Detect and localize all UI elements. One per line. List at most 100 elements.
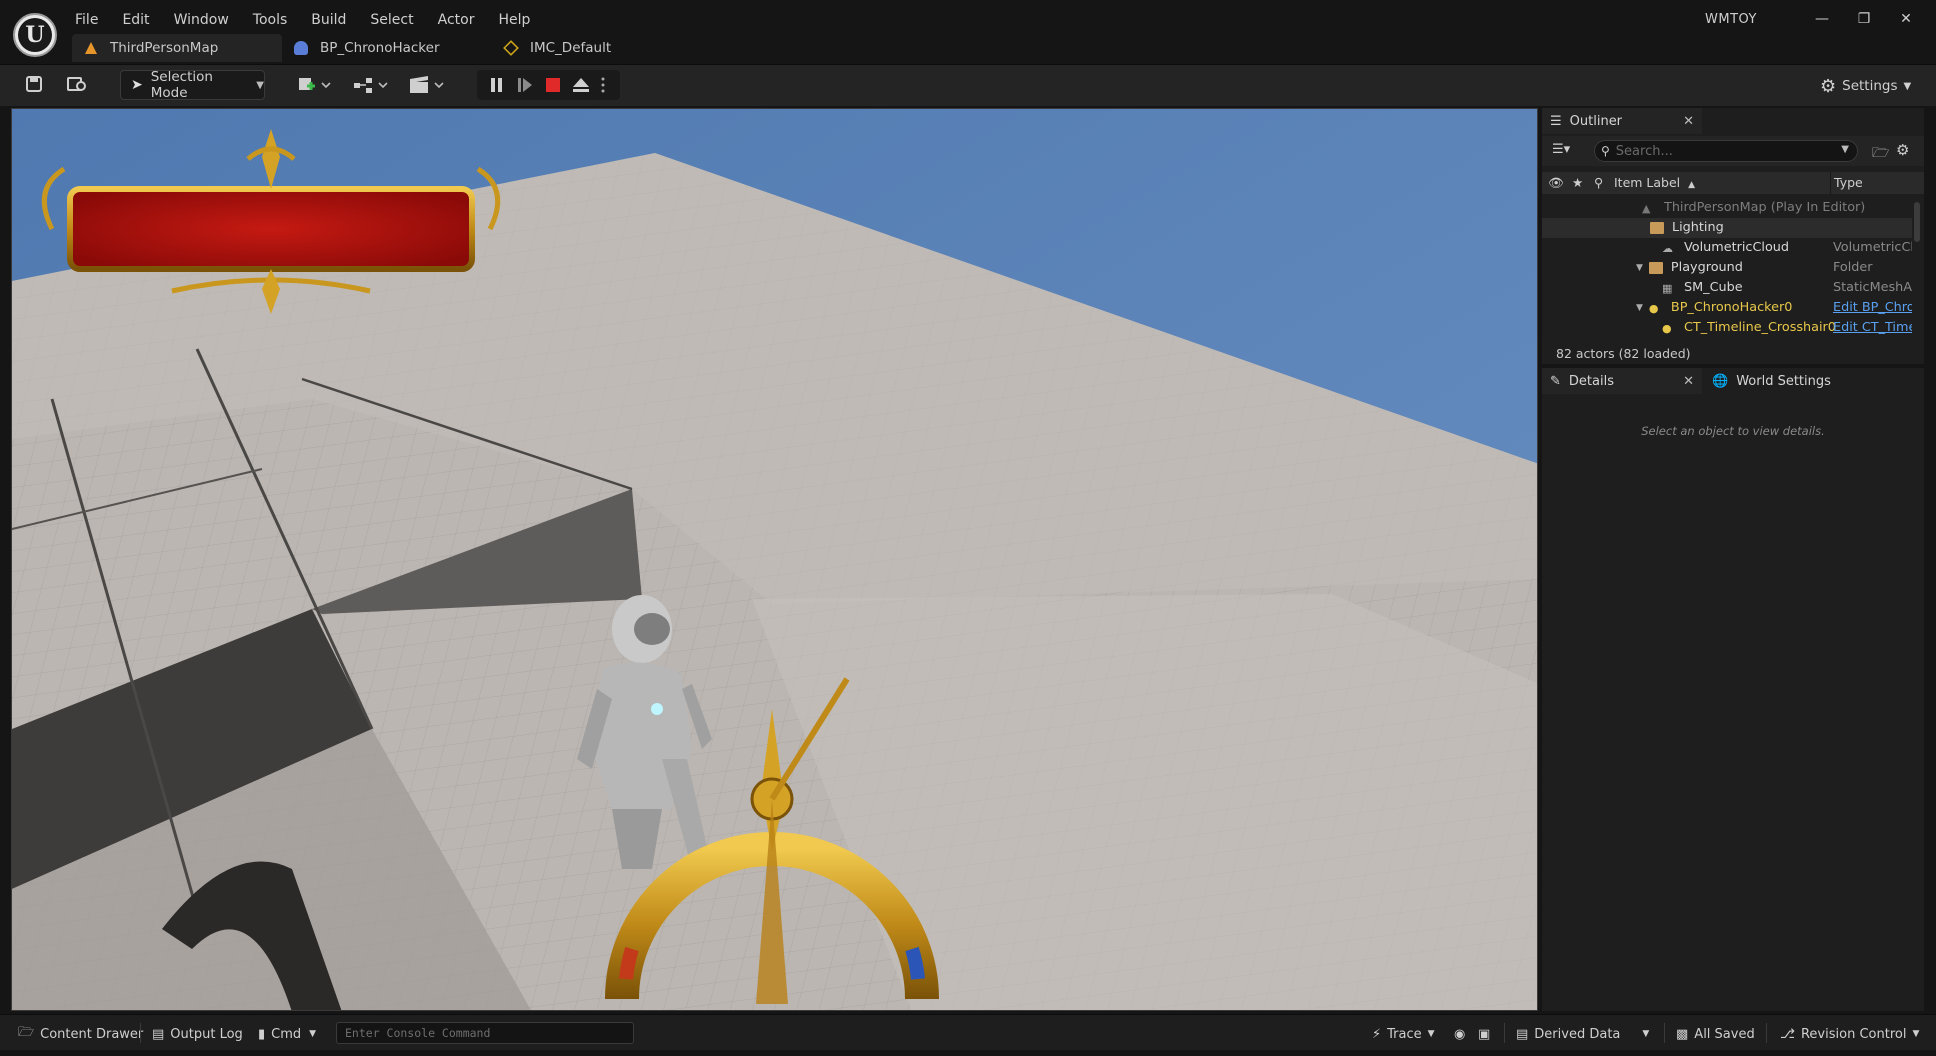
content-drawer-button[interactable]: 🗁 Content Drawer [18,1024,143,1044]
row-label: BP_ChronoHacker0 [1670,300,1793,315]
edit-blueprint-link[interactable]: Edit CT_Timeline [1833,320,1912,335]
chevron-down-icon[interactable]: ▼ [1841,144,1849,155]
cmd-dropdown[interactable]: ▮ Cmd ▼ [258,1024,316,1044]
globe-icon: 🌐 [1712,373,1729,389]
outliner-search-input[interactable] [1615,143,1816,159]
tab-details[interactable]: ✎ Details ✕ [1542,368,1702,394]
content-drawer-icon: 🗁 [18,1025,35,1040]
column-divider [1830,172,1831,194]
star-icon[interactable]: ★ [1572,175,1583,190]
col-type[interactable]: Type [1834,175,1863,190]
pin-icon[interactable]: ⚲ [1594,175,1603,190]
map-icon [84,41,98,55]
stop-icon[interactable] [539,70,567,100]
menu-file[interactable]: File [72,8,110,30]
tab-bp-chronohacker[interactable]: BP_ChronoHacker [282,34,492,62]
col-item-label[interactable]: Item Label ▲ [1614,175,1695,190]
trace-icon: ⚡ [1372,1026,1382,1042]
menu-actor[interactable]: Actor [426,8,487,30]
content-drawer-label: Content Drawer [40,1026,144,1042]
chevron-down-icon: ▼ [1903,80,1912,92]
tree-row-volumetric-cloud[interactable]: ☁ VolumetricCloud VolumetricCloud [1542,238,1912,258]
selection-mode-dropdown[interactable]: ➤ Selection Mode ▼ [120,69,265,101]
browse-content-icon[interactable] [64,75,90,97]
cmd-label: Cmd [271,1026,302,1042]
menu-window[interactable]: Window [162,8,241,30]
screenshot-icon[interactable]: ▣ [1478,1024,1490,1044]
map-icon: ▲ [1642,201,1651,215]
menu-tools[interactable]: Tools [241,8,300,30]
tab-label: ThirdPersonMap [110,40,219,56]
menu-select[interactable]: Select [358,8,425,30]
add-actor-icon[interactable] [296,75,332,97]
close-icon[interactable]: ✕ [1683,114,1694,129]
pause-icon[interactable] [483,70,511,100]
menu-build[interactable]: Build [299,8,358,30]
outliner-scrollbar[interactable] [1914,202,1920,242]
expand-arrow-icon[interactable]: ▼ [1636,263,1643,273]
details-panel: ✎ Details ✕ 🌐 World Settings Select an o… [1542,368,1924,1011]
output-log-button[interactable]: ▤ Output Log [152,1024,243,1044]
row-label: VolumetricCloud [1684,240,1790,255]
visibility-icon[interactable]: 👁 [1548,175,1564,191]
outliner-search-box[interactable]: ⚲ ▼ [1594,140,1858,162]
derived-data-dropdown[interactable]: ▤ Derived Data ▼ [1516,1024,1649,1044]
outliner-title: Outliner [1569,113,1623,129]
chevron-down-icon: ▼ [1427,1029,1435,1039]
tab-world-settings[interactable]: 🌐 World Settings [1704,368,1884,394]
row-label: Playground [1670,260,1743,275]
eject-icon[interactable] [567,70,595,100]
level-viewport[interactable] [11,108,1538,1011]
tab-imc-default[interactable]: IMC_Default [492,34,623,62]
restore-icon[interactable]: ❐ [1846,8,1882,30]
revision-control-label: Revision Control [1800,1026,1907,1042]
tree-row-bp-chronohacker0[interactable]: ▼ ● BP_ChronoHacker0 Edit BP_ChronoHacker [1542,298,1912,318]
menu-edit[interactable]: Edit [110,8,161,30]
expand-arrow-icon[interactable]: ▼ [1636,303,1643,313]
step-frame-icon[interactable] [511,70,539,100]
play-controls [477,70,620,100]
folder-icon [1648,261,1663,274]
chevron-down-icon: ▼ [1642,1029,1650,1039]
tree-row-ct-timeline-crosshair0[interactable]: ● CT_Timeline_Crosshair0 Edit CT_Timeline [1542,318,1912,338]
gear-icon[interactable]: ⚙ [1896,141,1909,159]
tree-row-playground[interactable]: ▼ Playground Folder [1542,258,1912,278]
more-options-icon[interactable] [593,70,613,100]
project-name: WMTOY [1705,12,1757,27]
details-title: Details [1568,373,1614,389]
pawn-icon: ● [1648,301,1659,315]
record-icon[interactable]: ◉ [1454,1024,1465,1044]
revision-control-dropdown[interactable]: ⎇ Revision Control ▼ [1780,1024,1919,1044]
tab-outliner[interactable]: ☰ Outliner ✕ [1542,108,1702,134]
menu-help[interactable]: Help [486,8,542,30]
edit-blueprint-link[interactable]: Edit BP_ChronoHacker [1833,300,1912,315]
add-folder-icon[interactable]: 🗁 [1872,142,1889,166]
minimize-icon[interactable]: — [1804,8,1840,30]
save-icon[interactable] [22,75,46,97]
row-label: Lighting [1672,220,1724,235]
row-label: SM_Cube [1684,280,1743,295]
all-saved-label: All Saved [1694,1026,1755,1042]
blueprint-icon [294,41,308,55]
tree-row-sm-cube[interactable]: ▦ SM_Cube StaticMeshActor [1542,278,1912,298]
tree-row-map[interactable]: ▲ ThirdPersonMap (Play In Editor) [1542,198,1912,218]
tab-third-person-map[interactable]: ThirdPersonMap [72,34,282,62]
item-label-header-text: Item Label [1614,175,1681,190]
tree-row-lighting[interactable]: Lighting [1542,218,1912,238]
blueprints-menu-icon[interactable] [352,75,390,97]
settings-button[interactable]: ⚙ Settings ▼ [1820,74,1911,98]
cinematics-icon[interactable] [408,75,446,97]
close-icon[interactable]: ✕ [1683,374,1694,389]
close-window-icon[interactable]: ✕ [1888,8,1924,30]
tab-label: BP_ChronoHacker [320,40,440,56]
trace-dropdown[interactable]: ⚡ Trace ▼ [1372,1024,1435,1044]
output-log-label: Output Log [170,1026,243,1042]
console-command-input[interactable] [336,1022,634,1044]
unreal-logo-icon[interactable]: U [13,13,57,57]
row-type: Folder [1833,260,1873,275]
cloud-icon: ☁ [1662,241,1673,255]
console-icon: ▮ [258,1026,266,1042]
all-saved-button[interactable]: ▩ All Saved [1676,1024,1755,1044]
pencil-icon: ✎ [1550,373,1561,389]
filter-icon[interactable]: ☰▾ [1552,142,1570,157]
